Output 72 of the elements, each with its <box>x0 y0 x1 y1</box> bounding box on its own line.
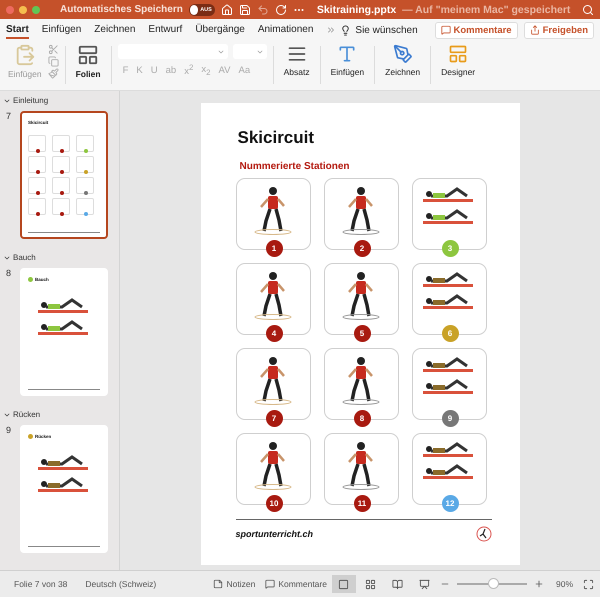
comments-status-button[interactable]: Kommentare <box>260 579 332 589</box>
presentation-icon <box>419 578 430 590</box>
ribbon-tab[interactable]: Start <box>6 21 29 39</box>
reading-view-icon <box>392 578 404 590</box>
comment-icon <box>440 25 451 35</box>
station-number: 7 <box>266 410 282 427</box>
ribbon-group-button[interactable]: Designer <box>437 44 480 77</box>
slide-subtitle: Nummerierte Stationen <box>240 161 351 172</box>
ribbon-tab[interactable]: Entwurf <box>148 21 182 39</box>
document-title: Skitraining.pptx <box>316 4 396 16</box>
station-number: 6 <box>442 325 458 342</box>
pen-icon <box>392 44 413 64</box>
section-header[interactable]: Rücken <box>0 410 44 419</box>
save-icon[interactable] <box>238 4 251 16</box>
cut-icon[interactable] <box>48 44 59 55</box>
share-icon <box>530 25 540 35</box>
ribbon-group-button[interactable]: Absatz <box>280 44 314 77</box>
copy-icon[interactable] <box>48 56 59 67</box>
autosave-label: Automatisches Speichern <box>60 4 183 15</box>
section-header[interactable]: Einleitung <box>0 96 52 105</box>
slide-counter: Folie 7 von 38 <box>14 579 68 589</box>
slide-number: 8 <box>6 268 12 280</box>
station-number: 1 <box>266 240 282 257</box>
layout-icon <box>448 44 468 64</box>
station-number: 5 <box>354 325 370 342</box>
station-number: 12 <box>442 495 458 512</box>
search-icon[interactable] <box>582 4 594 16</box>
format-painter-icon[interactable] <box>48 68 59 79</box>
view-button[interactable] <box>332 575 356 593</box>
ribbon-tab[interactable]: Übergänge <box>195 21 245 39</box>
save-status: — Auf "meinem Mac" gespeichert <box>402 4 570 16</box>
language-label: Deutsch (Schweiz) <box>85 579 156 589</box>
section-header[interactable]: Bauch <box>0 253 39 262</box>
minimize-window-icon[interactable] <box>19 6 27 14</box>
home-icon[interactable] <box>220 4 233 16</box>
station-number: 4 <box>266 325 282 342</box>
notes-icon <box>213 579 224 589</box>
tell-me-button[interactable]: Sie wünschen <box>340 24 418 36</box>
station-number: 8 <box>354 410 370 427</box>
footer-text: sportunterricht.ch <box>236 529 314 539</box>
ribbon-tab[interactable]: Zeichnen <box>94 21 136 39</box>
zoom-in-icon[interactable] <box>534 579 544 589</box>
slide-title: Skicircuit <box>238 128 316 148</box>
station-number: 10 <box>266 495 282 512</box>
normal-view-icon <box>338 578 350 590</box>
ribbon-group-button[interactable]: Einfügen <box>326 44 368 77</box>
lightbulb-icon <box>340 24 352 36</box>
ribbon-tab[interactable]: Animationen <box>258 21 314 39</box>
station-number: 9 <box>442 410 458 427</box>
zoom-window-icon[interactable] <box>32 6 40 14</box>
slides-button[interactable]: Folien <box>72 44 105 79</box>
share-button[interactable]: Freigeben <box>524 22 594 38</box>
text-box-icon <box>337 44 358 64</box>
notes-button[interactable]: Notizen <box>208 579 260 589</box>
station-number: 3 <box>442 240 458 257</box>
grid-view-icon <box>365 578 376 590</box>
ribbon-tab[interactable]: Einfügen <box>42 21 82 39</box>
fit-slide-icon[interactable] <box>583 578 594 590</box>
comments-button[interactable]: Kommentare <box>434 22 518 38</box>
slide-number: 9 <box>6 425 12 437</box>
logo-icon <box>476 526 492 542</box>
more-tabs-icon[interactable] <box>326 25 336 35</box>
zoom-reading: 90% <box>556 579 573 589</box>
comment-icon <box>265 579 276 589</box>
station-number: 11 <box>354 495 370 512</box>
station-number: 2 <box>354 240 370 257</box>
redo-icon[interactable] <box>274 4 287 16</box>
slide-number: 7 <box>6 111 12 123</box>
ribbon-group-button[interactable]: Zeichnen <box>381 44 424 77</box>
zoom-slider-thumb[interactable] <box>488 578 500 589</box>
slide-layout-icon <box>77 44 100 66</box>
undo-icon[interactable] <box>256 4 269 16</box>
